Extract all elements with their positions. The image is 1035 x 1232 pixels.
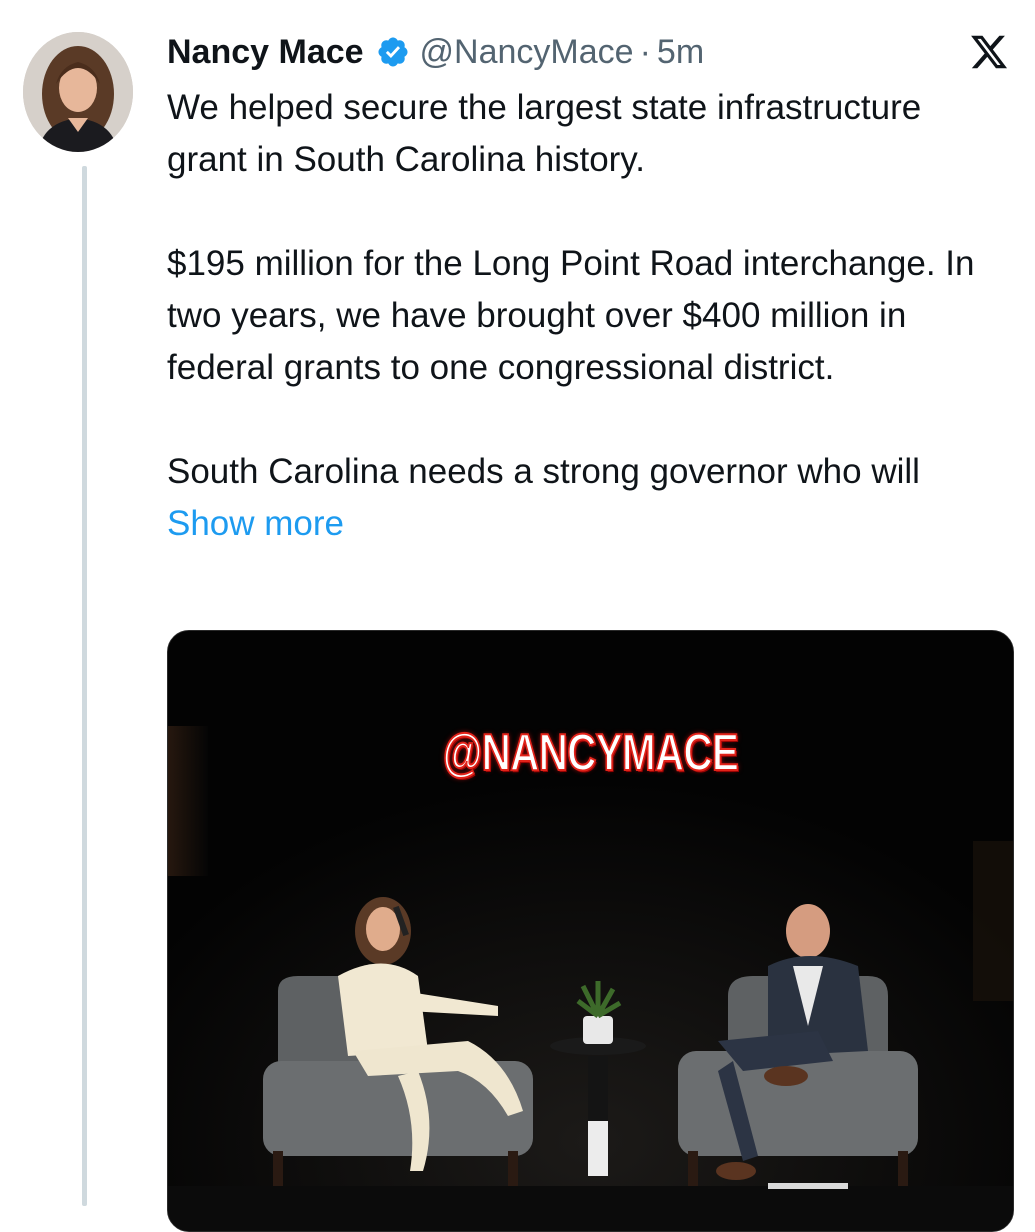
tweet-paragraph: South Carolina needs a strong governor w…	[167, 446, 1007, 550]
tweet-paragraph: We helped secure the largest state infra…	[167, 88, 922, 179]
separator-dot: ·	[639, 32, 651, 71]
show-more-link[interactable]: Show more	[167, 504, 344, 543]
video-watermark: @NANCYMACE	[442, 723, 740, 783]
video-frame	[168, 631, 1013, 1231]
avatar[interactable]	[23, 32, 133, 152]
author-handle[interactable]: @NancyMace	[420, 33, 634, 72]
thread-connector-line	[82, 166, 87, 1206]
timestamp[interactable]: 5m	[657, 33, 704, 72]
tweet-header: Nancy Mace @NancyMace · 5m	[167, 28, 704, 76]
tweet-paragraph-text: South Carolina needs a strong governor w…	[167, 452, 920, 491]
tweet-video[interactable]: @NANCYMACE	[167, 630, 1014, 1232]
verified-badge-icon	[376, 35, 410, 69]
tweet-paragraph: $195 million for the Long Point Road int…	[167, 244, 975, 387]
tweet-body: We helped secure the largest state infra…	[167, 82, 1007, 550]
author-name[interactable]: Nancy Mace	[167, 33, 364, 72]
x-logo-icon	[968, 32, 1010, 72]
